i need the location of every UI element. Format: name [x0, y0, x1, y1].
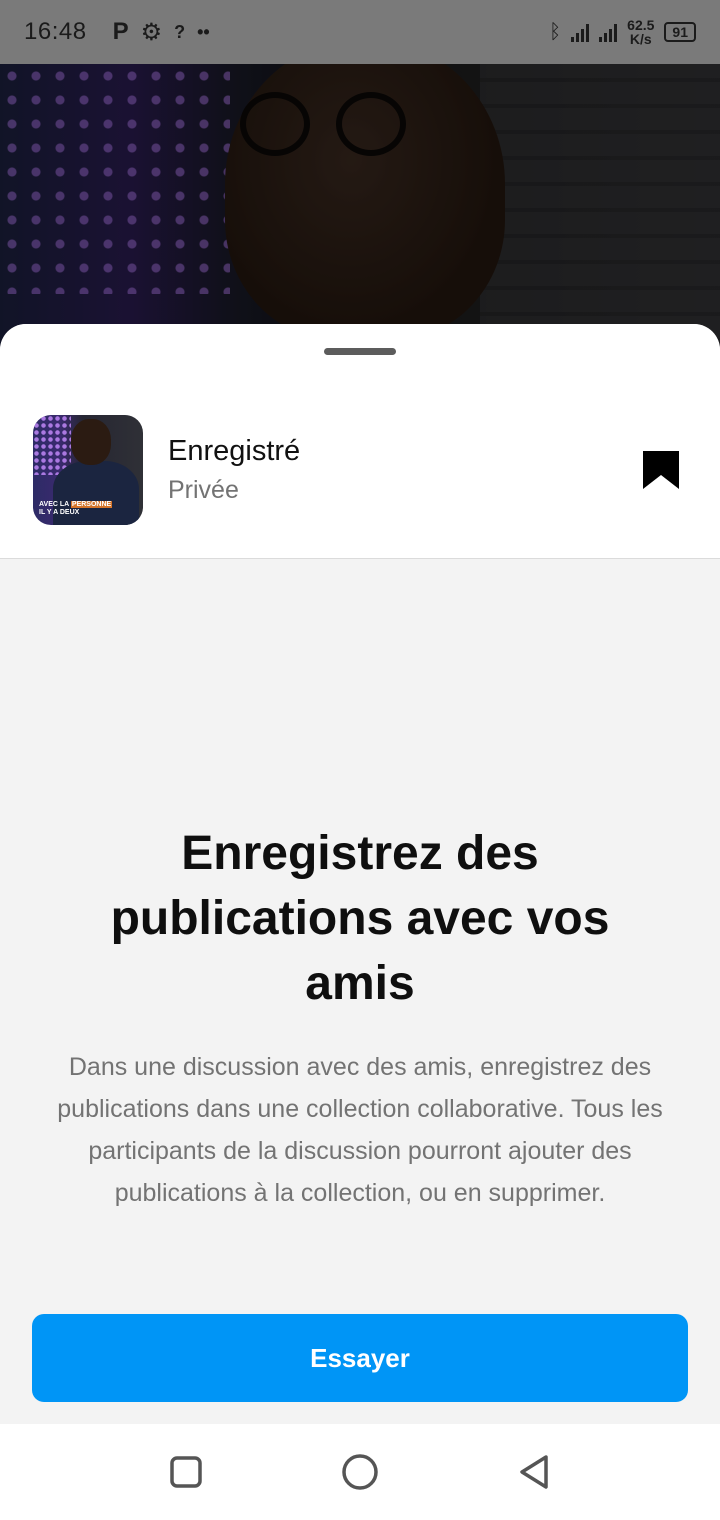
- battery-icon: 91: [664, 22, 696, 42]
- bottom-sheet: AVEC LA PERSONNE IL Y A DEUX Enregistré …: [0, 324, 720, 1424]
- status-time: 16:48: [24, 18, 87, 45]
- collection-text: Enregistré Privée: [168, 433, 641, 507]
- thumbnail-caption: AVEC LA PERSONNE IL Y A DEUX: [39, 501, 113, 517]
- promo-description: Dans une discussion avec des amis, enreg…: [57, 1053, 663, 1207]
- wifi-question-icon: ?: [174, 21, 186, 42]
- square-icon: [170, 1456, 202, 1488]
- sheet-header: AVEC LA PERSONNE IL Y A DEUX Enregistré …: [0, 324, 720, 559]
- collection-privacy: Privée: [168, 476, 239, 504]
- status-bar: 16:48 P ⚙ ? •• ᛒ 62.5 K/s 91: [0, 0, 720, 64]
- drag-handle[interactable]: [324, 348, 396, 355]
- thumb-head: [71, 419, 111, 465]
- triangle-back-icon: [520, 1455, 548, 1489]
- dots-icon: ••: [197, 21, 210, 42]
- bookmark-icon[interactable]: [641, 449, 681, 491]
- home-button[interactable]: [273, 1424, 447, 1520]
- speed-unit: K/s: [629, 31, 652, 47]
- thumb-caption-c: IL Y A DEUX: [39, 509, 80, 516]
- circle-icon: [342, 1454, 378, 1490]
- try-button[interactable]: Essayer: [32, 1314, 688, 1402]
- collection-title: Enregistré: [168, 435, 301, 467]
- collection-thumbnail: AVEC LA PERSONNE IL Y A DEUX: [33, 415, 143, 525]
- thumb-caption-b: PERSONNE: [70, 501, 113, 508]
- navigation-bar: [0, 1424, 720, 1520]
- p-icon: P: [112, 18, 129, 45]
- gear-icon: ⚙: [140, 18, 163, 46]
- saved-collection-row[interactable]: AVEC LA PERSONNE IL Y A DEUX Enregistré …: [33, 415, 687, 525]
- signal-icon: [571, 22, 590, 42]
- bluetooth-icon: ᛒ: [549, 20, 562, 43]
- back-button[interactable]: [447, 1424, 621, 1520]
- promo-section: Enregistrez des publications avec vos am…: [0, 559, 720, 1424]
- network-speed: 62.5 K/s: [627, 18, 654, 46]
- promo-headline: Enregistrez des publications avec vos am…: [110, 827, 610, 1010]
- signal-icon-2: [599, 22, 618, 42]
- recents-button[interactable]: [99, 1424, 273, 1520]
- thumb-caption-a: AVEC LA: [39, 501, 69, 508]
